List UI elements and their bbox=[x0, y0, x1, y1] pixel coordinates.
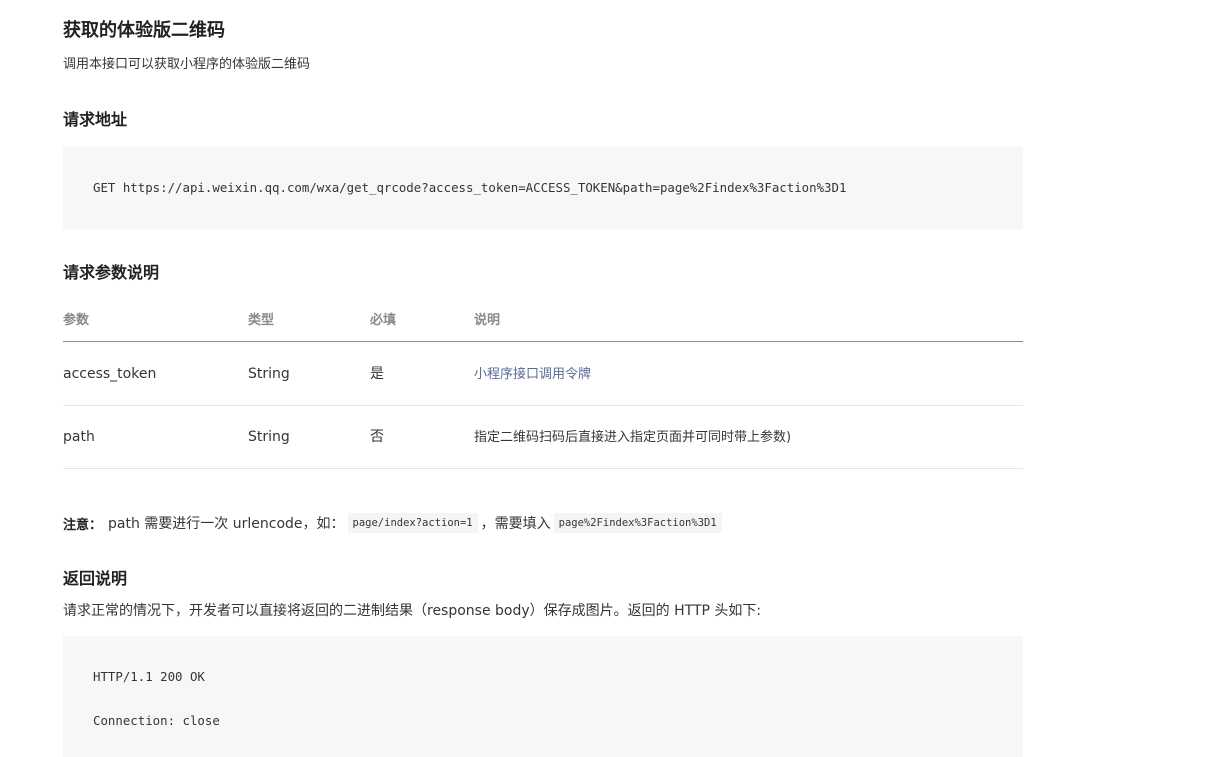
param-name: path bbox=[63, 429, 95, 445]
response-code-block: HTTP/1.1 200 OK Connection: close bbox=[63, 636, 1023, 757]
page-title: 获取的体验版二维码 bbox=[63, 20, 225, 41]
param-description: 指定二维码扫码后直接进入指定页面并可同时带上参数) bbox=[474, 430, 792, 445]
page-description: 调用本接口可以获取小程序的体验版二维码 bbox=[63, 57, 311, 72]
param-required: 否 bbox=[370, 429, 384, 445]
param-description-link[interactable]: 小程序接口调用令牌 bbox=[474, 365, 591, 385]
params-heading: 请求参数说明 bbox=[63, 263, 160, 282]
row-divider bbox=[63, 468, 1023, 469]
note-paragraph: 注意： path 需要进行一次 urlencode，如： page/index?… bbox=[63, 510, 725, 536]
column-header-param: 参数 bbox=[63, 313, 90, 328]
column-header-type: 类型 bbox=[248, 313, 275, 328]
request-url-heading: 请求地址 bbox=[63, 110, 128, 129]
column-header-required: 必填 bbox=[370, 313, 397, 328]
request-url-code: GET https://api.weixin.qq.com/wxa/get_qr… bbox=[93, 180, 847, 195]
note-label: 注意： bbox=[63, 517, 103, 533]
table-header-divider bbox=[63, 341, 1023, 342]
row-divider bbox=[63, 405, 1023, 406]
param-type: String bbox=[248, 429, 290, 445]
response-description: 请求正常的情况下，开发者可以直接将返回的二进制结果（response body）… bbox=[63, 603, 762, 619]
param-name: access_token bbox=[63, 366, 157, 382]
response-heading: 返回说明 bbox=[63, 569, 128, 588]
param-type: String bbox=[248, 366, 290, 382]
column-header-description: 说明 bbox=[474, 313, 501, 328]
inline-code-example: page/index?action=1 bbox=[347, 513, 478, 533]
response-code-line: Connection: close bbox=[93, 713, 220, 728]
response-code-line: HTTP/1.1 200 OK bbox=[93, 669, 205, 684]
note-text-2: ，需要填入 bbox=[480, 516, 551, 532]
inline-code-encoded: page%2Findex%3Faction%3D1 bbox=[553, 513, 722, 533]
param-required: 是 bbox=[370, 366, 384, 382]
request-url-code-block: GET https://api.weixin.qq.com/wxa/get_qr… bbox=[63, 147, 1023, 229]
note-text-1: path 需要进行一次 urlencode，如： bbox=[108, 516, 345, 532]
